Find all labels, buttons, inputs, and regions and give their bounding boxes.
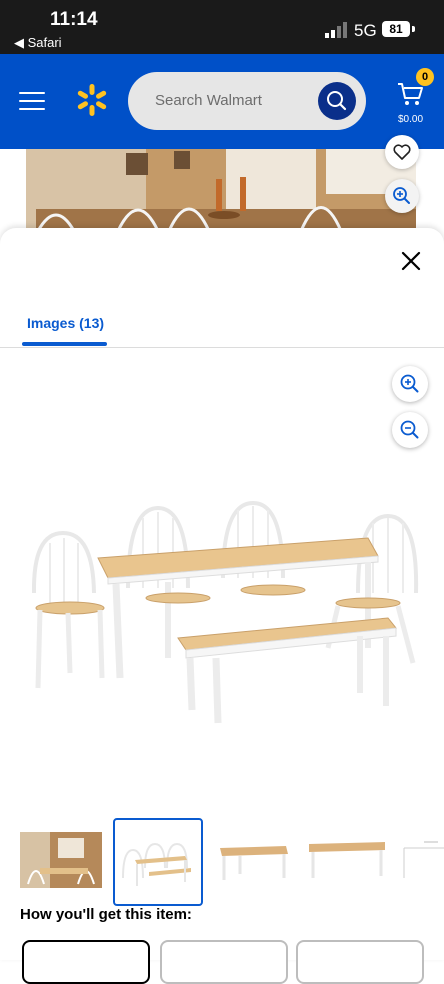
fulfillment-option-pickup[interactable] xyxy=(160,940,288,984)
background-zoom-button[interactable] xyxy=(385,179,419,213)
thumbnail-image xyxy=(20,832,102,888)
background-product-photo xyxy=(26,149,416,231)
tab-images[interactable]: Images (13) xyxy=(27,315,104,331)
thumbnail-table-chairs-bench[interactable] xyxy=(113,818,203,906)
search-bar[interactable]: Search Walmart xyxy=(128,72,366,130)
thumbnail-image xyxy=(309,842,385,878)
close-icon[interactable] xyxy=(400,250,422,272)
favorite-button[interactable] xyxy=(385,135,419,169)
cart-total: $0.00 xyxy=(398,114,424,125)
zoom-in-icon xyxy=(393,187,410,204)
thumbnail-image xyxy=(220,846,288,880)
room-scene-image xyxy=(26,149,416,231)
search-icon xyxy=(327,91,347,111)
search-placeholder: Search Walmart xyxy=(155,92,262,109)
battery-tip xyxy=(412,26,415,32)
network-label: 5G xyxy=(354,21,377,40)
zoom-out-button[interactable] xyxy=(392,412,428,448)
cart-button[interactable]: 0 $0.00 xyxy=(396,68,436,128)
search-button[interactable] xyxy=(318,82,356,120)
cart-count-badge: 0 xyxy=(416,68,434,86)
status-time: 11:14 xyxy=(50,9,98,30)
walmart-spark-icon[interactable] xyxy=(74,82,110,118)
zoom-out-icon xyxy=(400,420,419,439)
tab-active-indicator xyxy=(22,342,107,346)
zoom-in-icon xyxy=(400,374,419,393)
zoom-in-button[interactable] xyxy=(392,366,428,402)
thumbnail-strip xyxy=(0,818,444,910)
thumbnail-room-scene[interactable] xyxy=(18,818,104,902)
status-bar: 11:14 ◀ Safari 5G 81 xyxy=(0,0,444,54)
back-to-app-link[interactable]: ◀ Safari xyxy=(14,35,62,51)
heart-icon xyxy=(393,144,411,160)
menu-icon[interactable] xyxy=(19,92,45,112)
signal-icon xyxy=(325,22,347,38)
thumbnail-table-side[interactable] xyxy=(303,818,389,902)
main-product-image xyxy=(31,500,419,724)
thumbnail-table-only[interactable] xyxy=(210,818,296,902)
thumbnail-dimensions[interactable] xyxy=(398,818,444,902)
fulfillment-option-shipping[interactable] xyxy=(22,940,150,984)
thumbnail-image xyxy=(403,841,444,878)
tab-divider xyxy=(0,347,444,348)
fulfillment-heading: How you'll get this item: xyxy=(20,906,192,923)
thumbnail-image xyxy=(122,842,191,886)
site-header: Search Walmart 0 $0.00 xyxy=(0,54,444,149)
fulfillment-option-delivery[interactable] xyxy=(296,940,424,984)
battery-indicator: 81 xyxy=(382,21,410,37)
